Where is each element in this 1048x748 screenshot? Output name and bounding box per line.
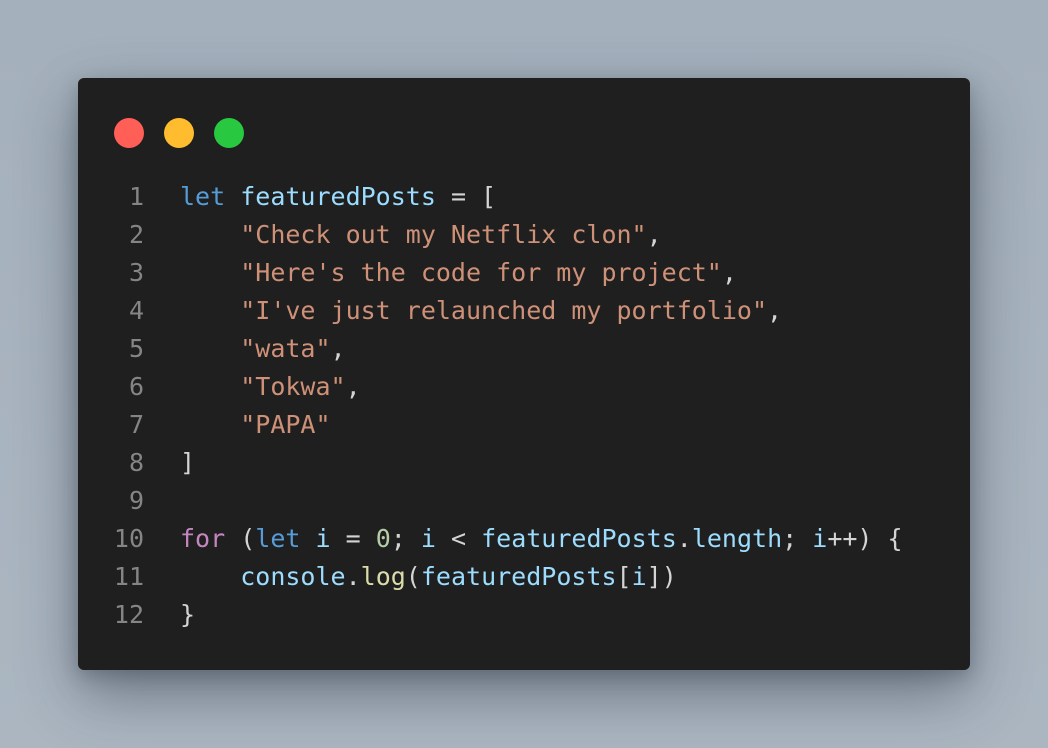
code-token: "PAPA"	[240, 410, 331, 439]
code-token: .	[345, 562, 361, 591]
code-window: 1 let featuredPosts = [2 "Check out my Ne…	[78, 78, 970, 670]
window-controls	[114, 118, 244, 148]
code-token: }	[180, 600, 196, 629]
code-line: 1 let featuredPosts = [	[78, 178, 903, 216]
line-number: 9	[128, 486, 144, 515]
code-token: i	[631, 562, 647, 591]
code-token: <	[435, 524, 482, 553]
line-content: "PAPA"	[180, 406, 331, 444]
line-content: "wata",	[180, 330, 346, 368]
line-content: console.log(featuredPosts[i])	[180, 558, 677, 596]
line-content: "Here's the code for my project",	[180, 254, 737, 292]
code-token: ++) {	[827, 524, 903, 553]
code-token: "Check out my Netflix clon"	[240, 220, 647, 249]
line-content: for (let i = 0; i < featuredPosts.length…	[180, 520, 903, 558]
code-token: log	[360, 562, 406, 591]
code-token: for	[180, 524, 226, 553]
code-token: ;	[390, 524, 421, 553]
line-number: 8	[128, 448, 144, 477]
line-content: "Tokwa",	[180, 368, 361, 406]
line-number: 7	[128, 410, 144, 439]
code-line: 7 "PAPA"	[78, 406, 903, 444]
code-token: 0	[375, 524, 391, 553]
code-token: "Tokwa"	[240, 372, 346, 401]
code-token: featuredPosts	[240, 182, 436, 211]
code-line: 9	[78, 482, 903, 520]
code-token: ,	[345, 372, 361, 401]
code-token: let	[255, 524, 301, 553]
code-token: (	[225, 524, 256, 553]
code-line: 10 for (let i = 0; i < featuredPosts.leng…	[78, 520, 903, 558]
code-token: ]	[180, 448, 196, 477]
code-token: console	[240, 562, 346, 591]
minimize-button[interactable]	[164, 118, 194, 148]
code-token: ;	[782, 524, 813, 553]
code-token: (	[405, 562, 421, 591]
code-token: ,	[646, 220, 662, 249]
line-number: 3	[128, 258, 144, 287]
line-number: 6	[128, 372, 144, 401]
code-token: "Here's the code for my project"	[240, 258, 722, 287]
code-line: 6 "Tokwa",	[78, 368, 903, 406]
code-token: i	[315, 524, 331, 553]
code-editor: 1 let featuredPosts = [2 "Check out my Ne…	[78, 178, 903, 634]
code-line: 8]	[78, 444, 903, 482]
line-number: 10	[113, 524, 144, 553]
line-number: 4	[128, 296, 144, 325]
line-content: ]	[180, 444, 195, 482]
code-token: [	[616, 562, 632, 591]
code-token: let	[180, 182, 226, 211]
code-line: 3 "Here's the code for my project",	[78, 254, 903, 292]
code-line: 12}	[78, 596, 903, 634]
line-number: 12	[113, 600, 144, 629]
code-token: ,	[330, 334, 346, 363]
code-line: 2 "Check out my Netflix clon",	[78, 216, 903, 254]
code-line: 4 "I've just relaunched my portfolio",	[78, 292, 903, 330]
code-line: 5 "wata",	[78, 330, 903, 368]
close-button[interactable]	[114, 118, 144, 148]
code-token: ,	[721, 258, 737, 287]
code-token: .	[676, 524, 692, 553]
code-token: = [	[435, 182, 497, 211]
line-number: 11	[113, 562, 144, 591]
code-token: ])	[646, 562, 677, 591]
line-content: }	[180, 596, 195, 634]
line-content: let featuredPosts = [	[180, 178, 496, 216]
code-token: featuredPosts	[481, 524, 677, 553]
code-token: =	[330, 524, 376, 553]
code-token: ,	[767, 296, 783, 325]
maximize-button[interactable]	[214, 118, 244, 148]
line-content: "Check out my Netflix clon",	[180, 216, 662, 254]
line-number: 5	[128, 334, 144, 363]
line-number: 1	[128, 182, 144, 211]
line-content: "I've just relaunched my portfolio",	[180, 292, 782, 330]
code-token: length	[691, 524, 783, 553]
line-number: 2	[128, 220, 144, 249]
code-token: "wata"	[240, 334, 331, 363]
code-token: i	[420, 524, 436, 553]
code-token: "I've just relaunched my portfolio"	[240, 296, 768, 325]
code-token: i	[812, 524, 828, 553]
code-token: featuredPosts	[420, 562, 617, 591]
code-line: 11 console.log(featuredPosts[i])	[78, 558, 903, 596]
